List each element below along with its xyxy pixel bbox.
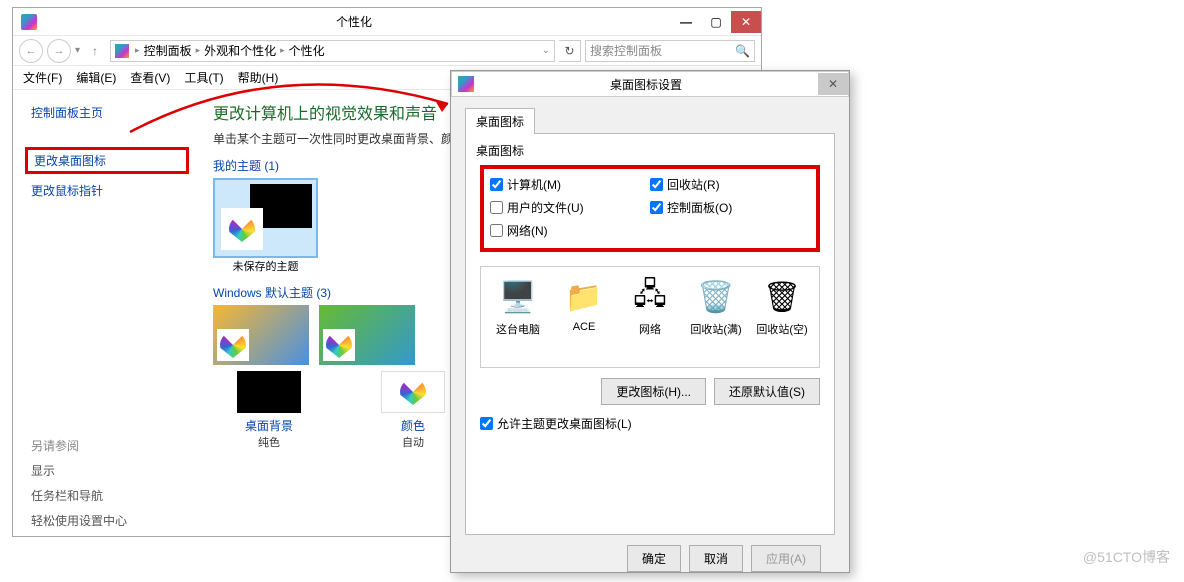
titlebar: 个性化 bbox=[13, 8, 761, 36]
check-user-files[interactable]: 用户的文件(U) bbox=[490, 196, 650, 219]
dialog-close-button[interactable] bbox=[818, 73, 848, 95]
theme-label: 未保存的主题 bbox=[213, 258, 318, 274]
history-dropdown[interactable]: ▾ bbox=[75, 45, 80, 56]
menu-file[interactable]: 文件(F) bbox=[23, 69, 62, 86]
ok-button[interactable]: 确定 bbox=[627, 545, 681, 572]
breadcrumb-root[interactable]: 控制面板 bbox=[144, 42, 192, 59]
dialog-title: 桌面图标设置 bbox=[474, 76, 818, 93]
menu-edit[interactable]: 编辑(E) bbox=[76, 69, 116, 86]
icon-button-row: 更改图标(H)... 还原默认值(S) bbox=[480, 378, 820, 405]
address-bar: ← → ▾ ↑ ▸ 控制面板 ▸ 外观和个性化 ▸ 个性化 ⌄ ↻ 搜索控制面板… bbox=[13, 36, 761, 66]
sidebar-display[interactable]: 显示 bbox=[31, 458, 183, 483]
folder-icon: 📁 bbox=[562, 277, 606, 317]
dialog-footer: 确定 取消 应用(A) bbox=[465, 535, 835, 572]
see-also-section: 另请参阅 显示 任务栏和导航 轻松使用设置中心 bbox=[31, 433, 183, 533]
recycle-empty-icon: 🗑 bbox=[760, 277, 804, 317]
icon-recycle-empty[interactable]: 🗑回收站(空) bbox=[753, 277, 811, 337]
menu-view[interactable]: 查看(V) bbox=[130, 69, 170, 86]
cancel-button[interactable]: 取消 bbox=[689, 545, 743, 572]
theme-color-swatch bbox=[221, 208, 263, 250]
chevron-down-icon[interactable]: ⌄ bbox=[542, 45, 550, 56]
check-control-panel[interactable]: 控制面板(O) bbox=[650, 196, 810, 219]
checkbox-network[interactable] bbox=[490, 224, 503, 237]
icon-ace[interactable]: 📁ACE bbox=[555, 277, 613, 337]
check-network[interactable]: 网络(N) bbox=[490, 219, 650, 242]
check-computer[interactable]: 计算机(M) bbox=[490, 173, 650, 196]
color-value: 自动 bbox=[381, 434, 445, 450]
color-label[interactable]: 颜色 bbox=[381, 417, 445, 434]
apply-button[interactable]: 应用(A) bbox=[751, 545, 821, 572]
icon-preview-list: 🖥️这台电脑 📁ACE 🖧网络 🗑️回收站(满) 🗑回收站(空) bbox=[480, 266, 820, 368]
bg-value: 纯色 bbox=[237, 434, 301, 450]
icon-network[interactable]: 🖧网络 bbox=[621, 277, 679, 337]
close-button[interactable] bbox=[731, 11, 761, 33]
bg-swatch bbox=[237, 371, 301, 413]
checkbox-cpl[interactable] bbox=[650, 201, 663, 214]
color-item[interactable]: 颜色 自动 bbox=[381, 371, 445, 450]
checkbox-allow-themes[interactable] bbox=[480, 417, 493, 430]
watermark: @51CTO博客 bbox=[1083, 547, 1170, 567]
up-button[interactable]: ↑ bbox=[84, 40, 106, 62]
color-fan-icon bbox=[220, 332, 246, 358]
icon-this-pc[interactable]: 🖥️这台电脑 bbox=[489, 277, 547, 337]
sidebar-taskbar-nav[interactable]: 任务栏和导航 bbox=[31, 483, 183, 508]
change-icon-button[interactable]: 更改图标(H)... bbox=[601, 378, 706, 405]
theme-tile-default1[interactable] bbox=[213, 305, 309, 365]
network-icon: 🖧 bbox=[628, 277, 672, 317]
sidebar: 控制面板主页 更改桌面图标 更改鼠标指针 另请参阅 显示 任务栏和导航 轻松使用… bbox=[13, 90, 201, 536]
color-fan-icon bbox=[326, 332, 352, 358]
window-title: 个性化 bbox=[37, 13, 671, 30]
checkbox-computer[interactable] bbox=[490, 178, 503, 191]
theme-tile-unsaved[interactable]: 未保存的主题 bbox=[213, 178, 318, 274]
maximize-button[interactable] bbox=[701, 11, 731, 33]
search-icon[interactable]: 🔍 bbox=[735, 44, 750, 58]
desktop-icon-settings-dialog: 桌面图标设置 桌面图标 桌面图标 计算机(M) 回收站(R) 用户的文件(U) … bbox=[450, 70, 850, 573]
icon-recycle-full[interactable]: 🗑️回收站(满) bbox=[687, 277, 745, 337]
breadcrumb-l2[interactable]: 外观和个性化 bbox=[204, 42, 276, 59]
chevron-right-icon: ▸ bbox=[135, 45, 140, 56]
menu-tools[interactable]: 工具(T) bbox=[184, 69, 223, 86]
dialog-body: 桌面图标 桌面图标 计算机(M) 回收站(R) 用户的文件(U) 控制面板(O)… bbox=[451, 97, 849, 582]
restore-default-button[interactable]: 还原默认值(S) bbox=[714, 378, 820, 405]
chevron-right-icon: ▸ bbox=[196, 45, 201, 56]
dialog-titlebar: 桌面图标设置 bbox=[451, 71, 849, 97]
see-also-header: 另请参阅 bbox=[31, 433, 183, 458]
computer-icon: 🖥️ bbox=[496, 277, 540, 317]
bg-label[interactable]: 桌面背景 bbox=[237, 417, 301, 434]
control-panel-icon bbox=[115, 44, 129, 58]
desktop-icons-checkgroup: 计算机(M) 回收站(R) 用户的文件(U) 控制面板(O) 网络(N) bbox=[480, 165, 820, 252]
sidebar-cpl-home[interactable]: 控制面板主页 bbox=[31, 100, 183, 125]
forward-button[interactable]: → bbox=[47, 39, 71, 63]
checkbox-userfiles[interactable] bbox=[490, 201, 503, 214]
breadcrumb-l3[interactable]: 个性化 bbox=[289, 42, 325, 59]
refresh-button[interactable]: ↻ bbox=[559, 40, 581, 62]
tab-desktop-icons[interactable]: 桌面图标 bbox=[465, 108, 535, 134]
fieldset-title: 桌面图标 bbox=[476, 142, 816, 159]
color-swatch bbox=[381, 371, 445, 413]
back-button[interactable]: ← bbox=[19, 39, 43, 63]
sidebar-ease-center[interactable]: 轻松使用设置中心 bbox=[31, 508, 183, 533]
search-placeholder: 搜索控制面板 bbox=[590, 42, 662, 59]
minimize-button[interactable] bbox=[671, 11, 701, 33]
color-fan-icon bbox=[400, 379, 426, 405]
window-controls bbox=[671, 11, 761, 33]
sidebar-change-mouse-pointers[interactable]: 更改鼠标指针 bbox=[31, 178, 183, 203]
check-recycle-bin[interactable]: 回收站(R) bbox=[650, 173, 810, 196]
search-input[interactable]: 搜索控制面板 🔍 bbox=[585, 40, 755, 62]
dialog-icon bbox=[458, 76, 474, 92]
menu-help[interactable]: 帮助(H) bbox=[238, 69, 279, 86]
desktop-background-item[interactable]: 桌面背景 纯色 bbox=[237, 371, 301, 450]
theme-tile-default2[interactable] bbox=[319, 305, 415, 365]
color-fan-icon bbox=[229, 216, 255, 242]
sidebar-change-desktop-icons[interactable]: 更改桌面图标 bbox=[25, 147, 189, 174]
chevron-right-icon: ▸ bbox=[280, 45, 285, 56]
recycle-full-icon: 🗑️ bbox=[694, 277, 738, 317]
allow-themes-check[interactable]: 允许主题更改桌面图标(L) bbox=[480, 415, 820, 432]
tab-pane: 桌面图标 计算机(M) 回收站(R) 用户的文件(U) 控制面板(O) 网络(N… bbox=[465, 133, 835, 535]
app-icon bbox=[21, 14, 37, 30]
breadcrumb[interactable]: ▸ 控制面板 ▸ 外观和个性化 ▸ 个性化 ⌄ bbox=[110, 40, 555, 62]
checkbox-recycle[interactable] bbox=[650, 178, 663, 191]
